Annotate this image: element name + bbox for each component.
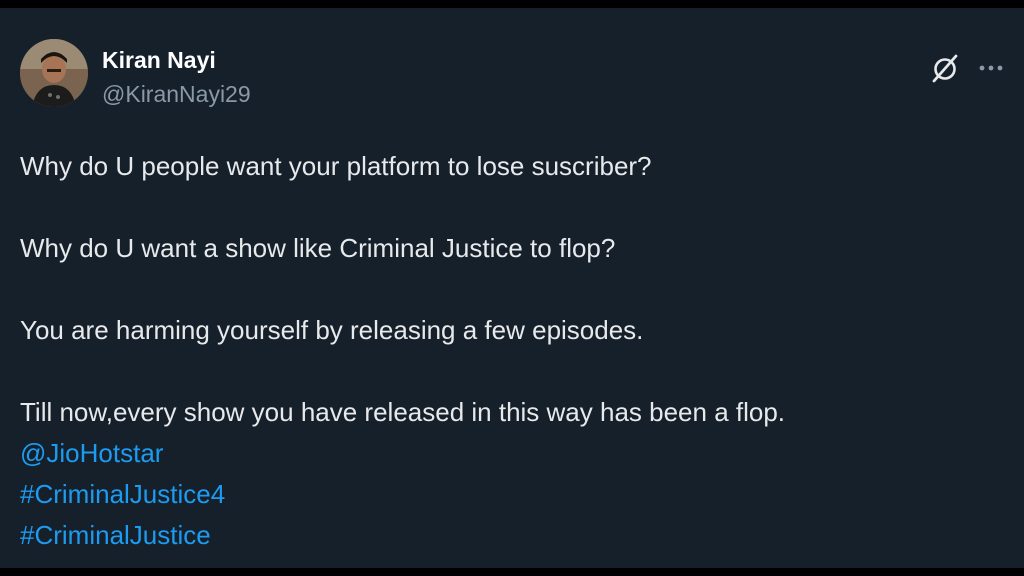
more-icon[interactable] <box>976 53 1006 83</box>
tweet-paragraph-2: Why do U want a show like Criminal Justi… <box>20 233 616 263</box>
hashtag-link[interactable]: #CriminalJustice <box>20 515 1000 556</box>
user-handle[interactable]: @KiranNayi29 <box>102 81 251 108</box>
mention-link[interactable]: @JioHotstar <box>20 433 1000 474</box>
user-name[interactable]: Kiran Nayi <box>102 47 216 74</box>
tweet-paragraph-1: Why do U people want your platform to lo… <box>20 151 652 181</box>
tweet-paragraph-3: You are harming yourself by releasing a … <box>20 315 644 345</box>
avatar[interactable] <box>20 39 88 107</box>
tweet-text: Why do U people want your platform to lo… <box>20 146 1000 556</box>
grok-icon[interactable] <box>930 52 962 84</box>
tweet-header: Kiran Nayi @KiranNayi29 <box>20 39 1010 109</box>
tweet-paragraph-4: Till now,every show you have released in… <box>20 397 786 427</box>
hashtag-link[interactable]: #CriminalJustice4 <box>20 474 1000 515</box>
tweet-card: Kiran Nayi @KiranNayi29 Why do U people … <box>0 8 1024 568</box>
